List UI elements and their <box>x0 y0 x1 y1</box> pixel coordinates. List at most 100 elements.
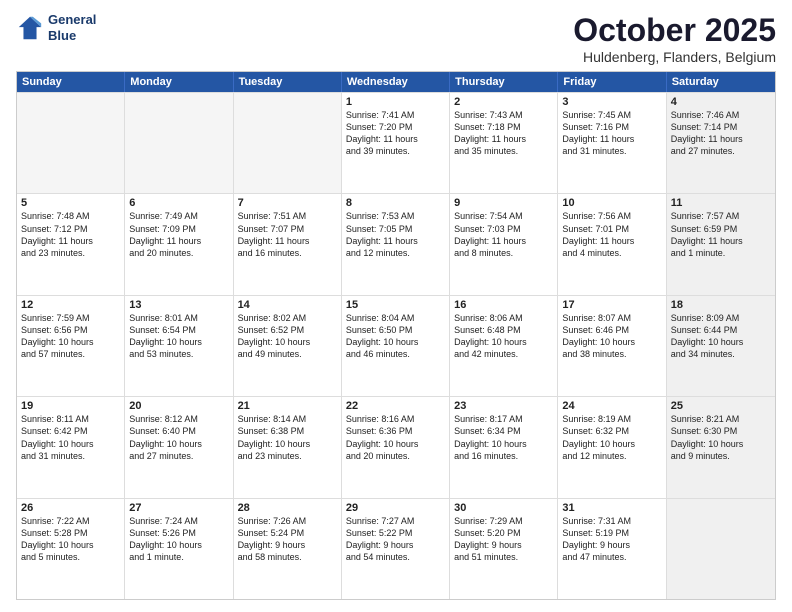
page: General Blue October 2025 Huldenberg, Fl… <box>0 0 792 612</box>
cell-text: Sunrise: 7:59 AM Sunset: 6:56 PM Dayligh… <box>21 312 120 361</box>
calendar-cell: 18Sunrise: 8:09 AM Sunset: 6:44 PM Dayli… <box>667 296 775 396</box>
calendar-body: 1Sunrise: 7:41 AM Sunset: 7:20 PM Daylig… <box>17 92 775 599</box>
calendar-cell <box>125 93 233 193</box>
cell-text: Sunrise: 7:43 AM Sunset: 7:18 PM Dayligh… <box>454 109 553 158</box>
day-number: 29 <box>346 502 445 514</box>
calendar-cell: 15Sunrise: 8:04 AM Sunset: 6:50 PM Dayli… <box>342 296 450 396</box>
day-number: 15 <box>346 299 445 311</box>
day-number: 5 <box>21 197 120 209</box>
calendar-cell: 30Sunrise: 7:29 AM Sunset: 5:20 PM Dayli… <box>450 499 558 599</box>
month-title: October 2025 <box>573 12 776 49</box>
calendar-cell: 7Sunrise: 7:51 AM Sunset: 7:07 PM Daylig… <box>234 194 342 294</box>
calendar-cell: 24Sunrise: 8:19 AM Sunset: 6:32 PM Dayli… <box>558 397 666 497</box>
calendar-cell: 27Sunrise: 7:24 AM Sunset: 5:26 PM Dayli… <box>125 499 233 599</box>
header-day: Saturday <box>667 72 775 92</box>
day-number: 16 <box>454 299 553 311</box>
cell-text: Sunrise: 7:48 AM Sunset: 7:12 PM Dayligh… <box>21 210 120 259</box>
day-number: 27 <box>129 502 228 514</box>
calendar-cell: 2Sunrise: 7:43 AM Sunset: 7:18 PM Daylig… <box>450 93 558 193</box>
cell-text: Sunrise: 8:21 AM Sunset: 6:30 PM Dayligh… <box>671 413 771 462</box>
calendar-cell: 1Sunrise: 7:41 AM Sunset: 7:20 PM Daylig… <box>342 93 450 193</box>
calendar-cell: 10Sunrise: 7:56 AM Sunset: 7:01 PM Dayli… <box>558 194 666 294</box>
cell-text: Sunrise: 7:46 AM Sunset: 7:14 PM Dayligh… <box>671 109 771 158</box>
logo-text: General Blue <box>48 12 96 43</box>
calendar-cell: 11Sunrise: 7:57 AM Sunset: 6:59 PM Dayli… <box>667 194 775 294</box>
calendar-cell: 9Sunrise: 7:54 AM Sunset: 7:03 PM Daylig… <box>450 194 558 294</box>
calendar-cell: 12Sunrise: 7:59 AM Sunset: 6:56 PM Dayli… <box>17 296 125 396</box>
calendar-cell: 25Sunrise: 8:21 AM Sunset: 6:30 PM Dayli… <box>667 397 775 497</box>
cell-text: Sunrise: 7:29 AM Sunset: 5:20 PM Dayligh… <box>454 515 553 564</box>
day-number: 8 <box>346 197 445 209</box>
calendar: SundayMondayTuesdayWednesdayThursdayFrid… <box>16 71 776 600</box>
day-number: 10 <box>562 197 661 209</box>
day-number: 12 <box>21 299 120 311</box>
calendar-cell: 16Sunrise: 8:06 AM Sunset: 6:48 PM Dayli… <box>450 296 558 396</box>
cell-text: Sunrise: 7:45 AM Sunset: 7:16 PM Dayligh… <box>562 109 661 158</box>
calendar-cell: 19Sunrise: 8:11 AM Sunset: 6:42 PM Dayli… <box>17 397 125 497</box>
calendar-cell <box>667 499 775 599</box>
cell-text: Sunrise: 8:12 AM Sunset: 6:40 PM Dayligh… <box>129 413 228 462</box>
day-number: 20 <box>129 400 228 412</box>
calendar-cell: 21Sunrise: 8:14 AM Sunset: 6:38 PM Dayli… <box>234 397 342 497</box>
day-number: 1 <box>346 96 445 108</box>
calendar-row: 12Sunrise: 7:59 AM Sunset: 6:56 PM Dayli… <box>17 295 775 396</box>
calendar-row: 26Sunrise: 7:22 AM Sunset: 5:28 PM Dayli… <box>17 498 775 599</box>
cell-text: Sunrise: 7:41 AM Sunset: 7:20 PM Dayligh… <box>346 109 445 158</box>
day-number: 28 <box>238 502 337 514</box>
cell-text: Sunrise: 7:26 AM Sunset: 5:24 PM Dayligh… <box>238 515 337 564</box>
calendar-cell: 28Sunrise: 7:26 AM Sunset: 5:24 PM Dayli… <box>234 499 342 599</box>
day-number: 22 <box>346 400 445 412</box>
cell-text: Sunrise: 8:09 AM Sunset: 6:44 PM Dayligh… <box>671 312 771 361</box>
day-number: 13 <box>129 299 228 311</box>
header-day: Tuesday <box>234 72 342 92</box>
calendar-row: 5Sunrise: 7:48 AM Sunset: 7:12 PM Daylig… <box>17 193 775 294</box>
day-number: 30 <box>454 502 553 514</box>
cell-text: Sunrise: 8:19 AM Sunset: 6:32 PM Dayligh… <box>562 413 661 462</box>
calendar-row: 19Sunrise: 8:11 AM Sunset: 6:42 PM Dayli… <box>17 396 775 497</box>
cell-text: Sunrise: 7:22 AM Sunset: 5:28 PM Dayligh… <box>21 515 120 564</box>
calendar-header: SundayMondayTuesdayWednesdayThursdayFrid… <box>17 72 775 92</box>
day-number: 18 <box>671 299 771 311</box>
calendar-cell: 22Sunrise: 8:16 AM Sunset: 6:36 PM Dayli… <box>342 397 450 497</box>
calendar-cell: 17Sunrise: 8:07 AM Sunset: 6:46 PM Dayli… <box>558 296 666 396</box>
cell-text: Sunrise: 7:51 AM Sunset: 7:07 PM Dayligh… <box>238 210 337 259</box>
header-day: Wednesday <box>342 72 450 92</box>
cell-text: Sunrise: 8:01 AM Sunset: 6:54 PM Dayligh… <box>129 312 228 361</box>
cell-text: Sunrise: 7:49 AM Sunset: 7:09 PM Dayligh… <box>129 210 228 259</box>
calendar-cell: 29Sunrise: 7:27 AM Sunset: 5:22 PM Dayli… <box>342 499 450 599</box>
calendar-cell: 5Sunrise: 7:48 AM Sunset: 7:12 PM Daylig… <box>17 194 125 294</box>
calendar-cell: 23Sunrise: 8:17 AM Sunset: 6:34 PM Dayli… <box>450 397 558 497</box>
day-number: 2 <box>454 96 553 108</box>
day-number: 14 <box>238 299 337 311</box>
cell-text: Sunrise: 7:27 AM Sunset: 5:22 PM Dayligh… <box>346 515 445 564</box>
calendar-cell: 6Sunrise: 7:49 AM Sunset: 7:09 PM Daylig… <box>125 194 233 294</box>
day-number: 4 <box>671 96 771 108</box>
day-number: 25 <box>671 400 771 412</box>
calendar-cell: 13Sunrise: 8:01 AM Sunset: 6:54 PM Dayli… <box>125 296 233 396</box>
calendar-cell <box>17 93 125 193</box>
day-number: 11 <box>671 197 771 209</box>
day-number: 23 <box>454 400 553 412</box>
logo: General Blue <box>16 12 96 43</box>
calendar-cell: 31Sunrise: 7:31 AM Sunset: 5:19 PM Dayli… <box>558 499 666 599</box>
cell-text: Sunrise: 7:56 AM Sunset: 7:01 PM Dayligh… <box>562 210 661 259</box>
cell-text: Sunrise: 8:06 AM Sunset: 6:48 PM Dayligh… <box>454 312 553 361</box>
cell-text: Sunrise: 8:17 AM Sunset: 6:34 PM Dayligh… <box>454 413 553 462</box>
calendar-cell: 3Sunrise: 7:45 AM Sunset: 7:16 PM Daylig… <box>558 93 666 193</box>
calendar-cell: 8Sunrise: 7:53 AM Sunset: 7:05 PM Daylig… <box>342 194 450 294</box>
cell-text: Sunrise: 8:16 AM Sunset: 6:36 PM Dayligh… <box>346 413 445 462</box>
logo-icon <box>16 14 44 42</box>
calendar-cell <box>234 93 342 193</box>
header-day: Sunday <box>17 72 125 92</box>
day-number: 7 <box>238 197 337 209</box>
calendar-cell: 26Sunrise: 7:22 AM Sunset: 5:28 PM Dayli… <box>17 499 125 599</box>
cell-text: Sunrise: 8:11 AM Sunset: 6:42 PM Dayligh… <box>21 413 120 462</box>
calendar-cell: 14Sunrise: 8:02 AM Sunset: 6:52 PM Dayli… <box>234 296 342 396</box>
cell-text: Sunrise: 7:24 AM Sunset: 5:26 PM Dayligh… <box>129 515 228 564</box>
day-number: 19 <box>21 400 120 412</box>
cell-text: Sunrise: 8:02 AM Sunset: 6:52 PM Dayligh… <box>238 312 337 361</box>
location: Huldenberg, Flanders, Belgium <box>573 49 776 65</box>
header-day: Friday <box>558 72 666 92</box>
cell-text: Sunrise: 7:53 AM Sunset: 7:05 PM Dayligh… <box>346 210 445 259</box>
calendar-cell: 20Sunrise: 8:12 AM Sunset: 6:40 PM Dayli… <box>125 397 233 497</box>
